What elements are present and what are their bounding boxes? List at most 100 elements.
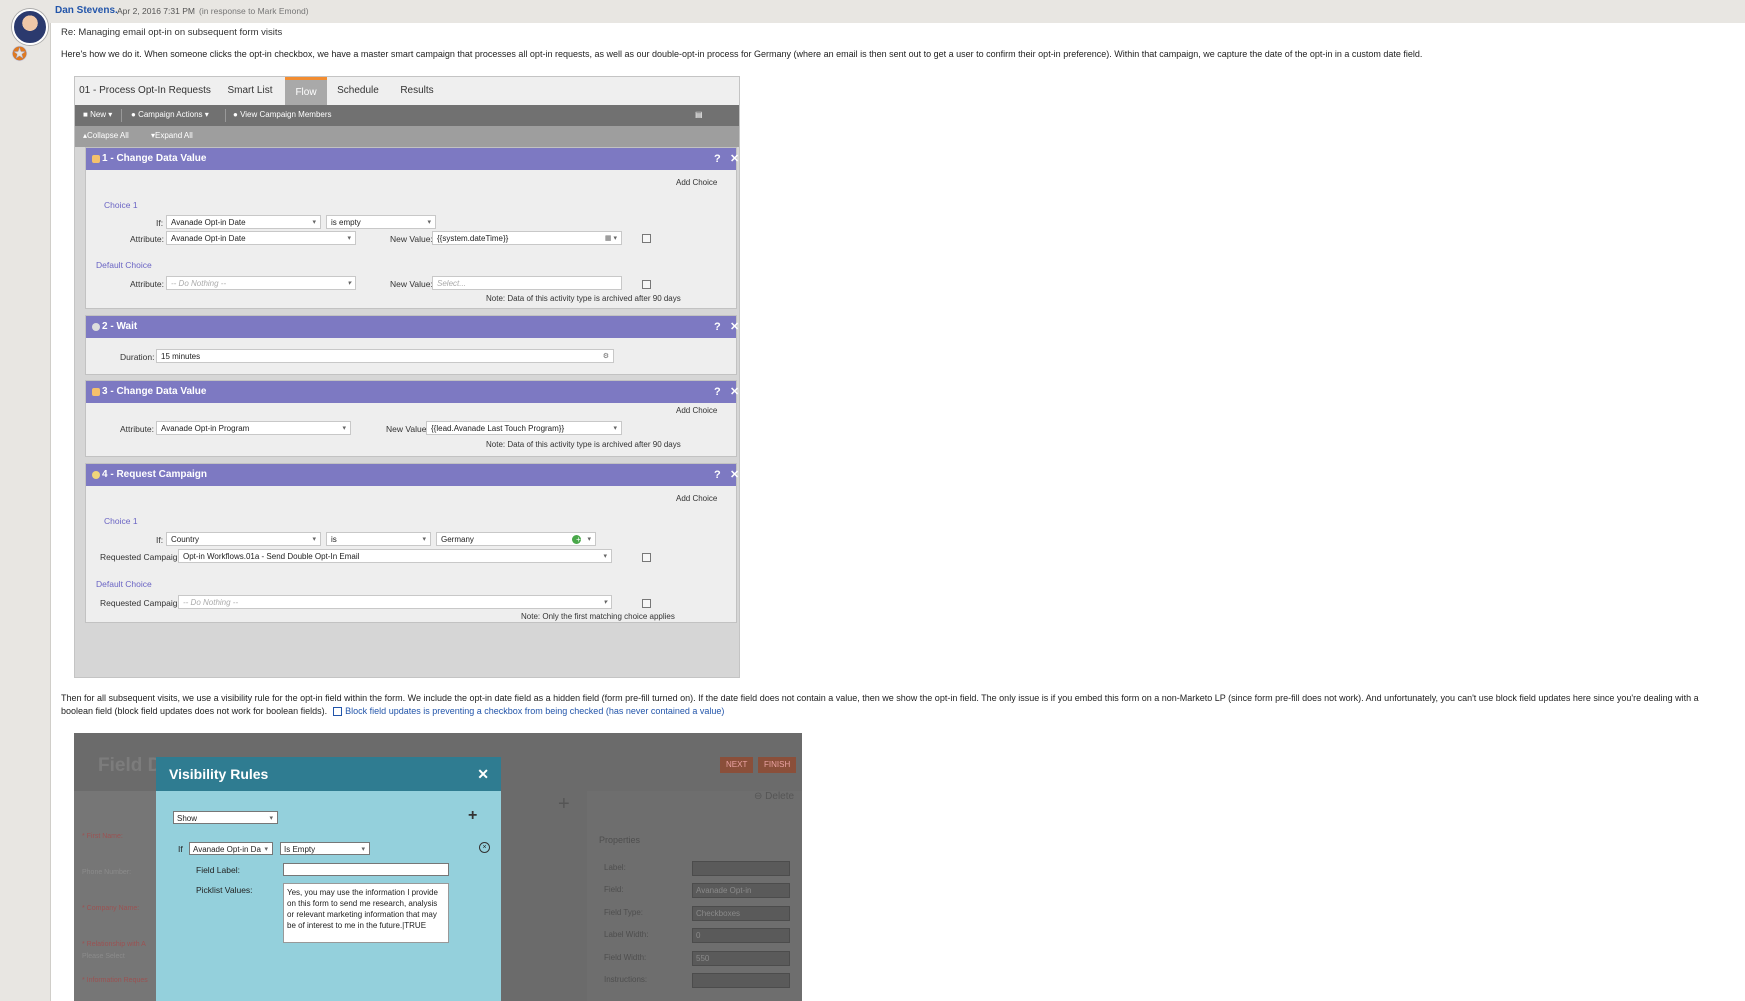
add-choice-button[interactable]: Add Choice [676, 406, 717, 415]
in-response-to[interactable]: (in response to Mark Emond) [199, 6, 309, 16]
form-canvas: * First Name: Phone Number: * Company Na… [74, 791, 156, 1001]
flow-step-3: 3 - Change Data Value ? ✕ Add Choice Att… [85, 380, 739, 457]
campaign-actions-label: Campaign Actions [138, 110, 203, 119]
close-icon[interactable]: ✕ [714, 386, 739, 398]
default-new-value-select[interactable]: Select... [432, 276, 622, 290]
default-attribute-select[interactable]: -- Do Nothing -- ▾ [166, 276, 356, 290]
rule-operator-select[interactable]: Is Empty ▾ [280, 842, 370, 855]
tab-schedule[interactable]: Schedule [327, 77, 389, 105]
default-attribute-value: -- Do Nothing -- [171, 279, 227, 288]
form-field-label: * First Name: [82, 833, 123, 840]
flow-toolbar: ■ New ▾ ● Campaign Actions ▾ ● View Camp… [75, 105, 739, 126]
finish-button[interactable]: FINISH [758, 757, 797, 773]
help-icon[interactable]: ? [698, 469, 721, 481]
delete-choice-icon[interactable] [642, 599, 651, 608]
change-data-icon [92, 155, 100, 163]
post-paragraph-2: Then for all subsequent visits, we use a… [61, 692, 1731, 717]
block-field-updates-link[interactable]: Block field updates is preventing a chec… [345, 706, 724, 716]
add-value-icon[interactable]: + [572, 535, 581, 544]
step-header[interactable]: 2 - Wait ? ✕ [86, 316, 739, 338]
duration-label: Duration: [120, 352, 155, 362]
attribute-select[interactable]: Avanade Opt-in Date ▾ [166, 231, 356, 245]
add-choice-button[interactable]: Add Choice [676, 178, 717, 187]
attribute-value: Avanade Opt-in Date [171, 234, 246, 243]
close-icon[interactable]: ✕ [714, 153, 739, 165]
add-choice-button[interactable]: Add Choice [676, 494, 717, 503]
delete-choice-icon[interactable] [642, 280, 651, 289]
field-label-input[interactable] [283, 863, 449, 876]
author-name[interactable]: Dan Stevens. [55, 5, 118, 16]
if-field-select[interactable]: Avanade Opt-in Date ▾ [166, 215, 321, 229]
delete-choice-icon[interactable] [642, 553, 651, 562]
chevron-down-icon: ▾ [264, 846, 268, 853]
delete-icon[interactable]: ⊖ Delete [754, 791, 794, 802]
campaign-actions-menu[interactable]: ● Campaign Actions ▾ [131, 110, 209, 119]
prop-field-select[interactable]: Avanade Opt-in [692, 883, 790, 898]
remove-rule-icon[interactable]: × [479, 842, 490, 853]
prop-label-input[interactable] [692, 861, 790, 876]
attribute-label: Attribute: [120, 424, 155, 434]
close-icon[interactable]: ✕ [714, 469, 739, 481]
rule-field-select[interactable]: Avanade Opt-in Da ▾ [189, 842, 273, 855]
toolbar-divider [121, 109, 122, 122]
requested-campaign-label: Requested Campaign: [100, 552, 185, 562]
duration-input[interactable]: 15 minutes ⚙ [156, 349, 614, 363]
new-value-input[interactable]: {{system.dateTime}} ▦ ▾ [432, 231, 622, 245]
chevron-down-icon: ▾ [587, 536, 591, 543]
default-requested-campaign-select[interactable]: -- Do Nothing -- ▾ [178, 595, 612, 609]
collapse-all-button[interactable]: ▴Collapse All [83, 131, 129, 140]
prop-label-width-input[interactable]: 0 [692, 928, 790, 943]
if-value-input[interactable]: Germany + ▾ [436, 532, 596, 546]
step-header[interactable]: 4 - Request Campaign ? ✕ [86, 464, 739, 486]
chevron-down-icon: ▾ [613, 425, 617, 432]
prop-field-type-select[interactable]: Checkboxes [692, 906, 790, 921]
tab-results[interactable]: Results [389, 77, 445, 105]
view-members-label: View Campaign Members [240, 110, 332, 119]
archive-note: Note: Data of this activity type is arch… [486, 294, 681, 303]
requested-campaign-select[interactable]: Opt-in Workflows.01a - Send Double Opt-I… [178, 549, 612, 563]
if-field-select[interactable]: Country ▾ [166, 532, 321, 546]
step-header[interactable]: 1 - Change Data Value ? ✕ [86, 148, 739, 170]
prop-label: Label: [604, 863, 626, 872]
prop-field-width-input[interactable]: 550 [692, 951, 790, 966]
new-menu[interactable]: ■ New ▾ [83, 110, 112, 119]
attribute-select[interactable]: Avanade Opt-in Program ▾ [156, 421, 351, 435]
delete-label: Delete [765, 791, 795, 802]
avatar[interactable] [12, 9, 48, 45]
view-members-button[interactable]: ● View Campaign Members [233, 110, 332, 119]
picklist-values-textarea[interactable]: Yes, you may use the information I provi… [283, 883, 449, 943]
step-title: 3 - Change Data Value [102, 386, 207, 397]
properties-title: Properties [599, 835, 641, 845]
prop-instructions-input[interactable] [692, 973, 790, 988]
if-operator-select[interactable]: is ▾ [326, 532, 431, 546]
close-icon[interactable]: ✕ [477, 766, 489, 783]
if-operator-select[interactable]: is empty ▾ [326, 215, 436, 229]
dialog-header: Visibility Rules ✕ [156, 757, 501, 791]
add-rule-icon[interactable]: + [468, 807, 477, 825]
chevron-down-icon: ▾ [361, 846, 365, 853]
tab-flow[interactable]: Flow [285, 77, 327, 105]
prop-field-type: Field Type: [604, 908, 643, 917]
tab-campaign-name[interactable]: 01 - Process Opt-In Requests [75, 77, 215, 105]
settings-icon[interactable]: ⚙ [599, 350, 609, 362]
help-icon[interactable]: ? [698, 153, 721, 165]
if-label: If [178, 844, 183, 854]
calendar-icon[interactable]: ▦ ▾ [601, 232, 617, 244]
expand-all-button[interactable]: ▾Expand All [151, 131, 193, 140]
step-header[interactable]: 3 - Change Data Value ? ✕ [86, 381, 739, 403]
new-value-select[interactable]: {{lead.Avanade Last Touch Program}} ▾ [426, 421, 622, 435]
chevron-down-icon: ▾ [603, 599, 607, 606]
print-icon[interactable]: ▤ [695, 110, 703, 119]
help-icon[interactable]: ? [698, 386, 721, 398]
tab-smart-list[interactable]: Smart List [215, 77, 285, 105]
choice-label[interactable]: Choice 1 [104, 516, 138, 526]
next-button[interactable]: NEXT [720, 757, 754, 773]
form-field-label: * Company Name: [82, 905, 140, 912]
delete-choice-icon[interactable] [642, 234, 651, 243]
close-icon[interactable]: ✕ [714, 321, 739, 333]
help-icon[interactable]: ? [698, 321, 721, 333]
choice-label[interactable]: Choice 1 [104, 200, 138, 210]
add-field-icon[interactable]: + [558, 793, 570, 816]
chevron-down-icon: ▾ [603, 553, 607, 560]
show-hide-select[interactable]: Show ▾ [173, 811, 278, 824]
